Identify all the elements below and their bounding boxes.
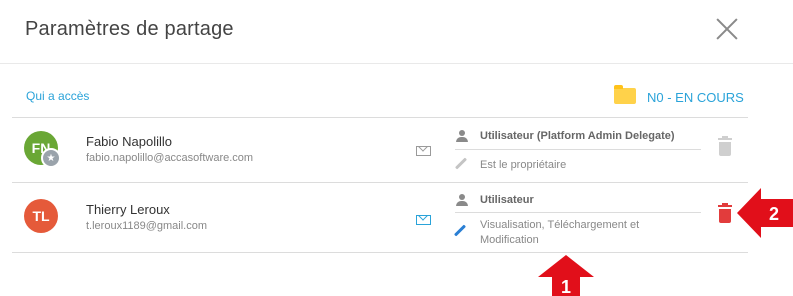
user-role[interactable]: Utilisateur (Platform Admin Delegate) xyxy=(480,130,675,142)
user-permission: Est le propriétaire xyxy=(480,159,567,171)
user-permission[interactable]: Visualisation, Téléchargement et Modific… xyxy=(480,218,680,248)
user-row: FN ★ Fabio Napolillo fabio.napolillo@acc… xyxy=(0,118,793,181)
annotation-arrow-1: 1 xyxy=(538,255,594,296)
person-icon xyxy=(456,130,468,142)
folder-icon xyxy=(614,85,636,104)
annotation-number-1: 1 xyxy=(561,277,571,296)
user-row: TL Thierry Leroux t.leroux1189@gmail.com… xyxy=(0,183,793,252)
avatar: TL xyxy=(24,199,58,233)
role-field-underline xyxy=(455,212,701,213)
user-name: Thierry Leroux xyxy=(86,202,170,217)
row-divider xyxy=(12,252,748,253)
pencil-icon[interactable] xyxy=(453,224,467,237)
mail-icon[interactable] xyxy=(416,146,431,156)
annotation-number-2: 2 xyxy=(769,204,779,224)
trash-icon[interactable] xyxy=(718,203,732,223)
folder-name[interactable]: N0 - EN COURS xyxy=(647,90,744,105)
annotation-arrow-2: 2 xyxy=(737,188,793,238)
person-icon xyxy=(456,194,468,206)
user-role[interactable]: Utilisateur xyxy=(480,194,534,206)
user-email: fabio.napolillo@accasoftware.com xyxy=(86,152,254,164)
user-name: Fabio Napolillo xyxy=(86,134,172,149)
header-divider xyxy=(0,63,793,64)
user-email: t.leroux1189@gmail.com xyxy=(86,220,208,232)
close-icon[interactable] xyxy=(712,14,742,44)
role-field-underline xyxy=(455,149,701,150)
pencil-icon xyxy=(454,157,468,170)
who-has-access-label: Qui a accès xyxy=(26,89,90,103)
trash-icon xyxy=(718,136,732,156)
mail-icon[interactable] xyxy=(416,215,431,225)
star-icon: ★ xyxy=(41,148,61,168)
dialog-title: Paramètres de partage xyxy=(25,18,234,40)
